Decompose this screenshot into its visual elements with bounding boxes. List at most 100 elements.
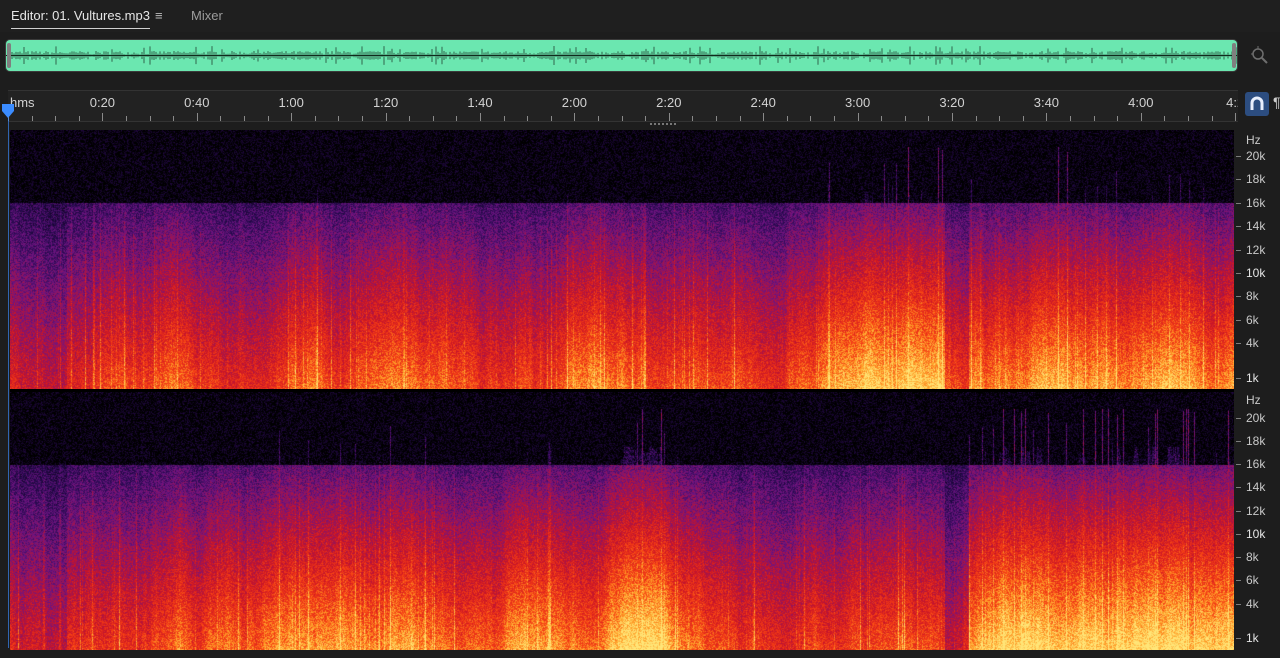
frequency-tick [1236,319,1241,321]
grip-icon[interactable] [650,122,678,127]
overview-waveform [6,46,1237,65]
ruler-time-label: 2:20 [656,95,682,110]
frequency-tick [1236,179,1241,181]
frequency-label: 12k [1246,242,1266,257]
frequency-label: 4k [1246,596,1259,611]
ruler-tick [904,116,906,121]
ruler-tick [480,113,481,121]
zoom-icon[interactable] [1250,45,1270,65]
ruler-menu-icon[interactable]: ¶ [1273,94,1280,114]
ruler-tick [527,116,529,121]
frequency-label: 20k [1246,410,1266,425]
spectrogram-right [10,392,1234,650]
ruler-tick [456,116,458,121]
frequency-axis-left: Hz 20k 18k 16k 14k 12k 10k 8k 6k 4k 1k [1236,130,1280,390]
ruler-tick [1211,116,1213,121]
ruler-tick [220,116,222,121]
frequency-tick [1236,638,1241,640]
spectral-channel-left[interactable] [10,130,1234,390]
ruler-time-label: 1:40 [467,95,493,110]
overview-left-handle[interactable] [7,43,11,68]
frequency-label: 6k [1246,573,1259,588]
ruler-tick [692,116,694,121]
frequency-tick [1236,580,1241,582]
ruler-tick [1140,113,1142,121]
ruler-time-label: 4:2 [1226,95,1238,110]
overview-right-handle[interactable] [1232,43,1236,68]
ruler-tick [881,116,883,121]
ruler-tick [196,113,198,121]
ruler-tick [739,116,741,121]
ruler-tick [1117,116,1119,121]
ruler-tick [149,116,151,121]
playhead-icon[interactable] [2,104,14,118]
ruler-time-label: 1:00 [278,95,304,110]
ruler-tick [810,116,812,121]
ruler-tick [291,113,293,121]
ruler-tick [999,116,1001,121]
ruler-tick [267,116,269,121]
frequency-tick [1236,557,1241,559]
playhead-line [8,118,9,648]
ruler-tick [173,116,175,121]
ruler-tick [952,113,953,121]
frequency-tick [1236,273,1241,274]
frequency-label: 12k [1246,503,1266,518]
frequency-tick [1236,378,1241,380]
frequency-tick [1236,296,1241,298]
ruler-tick [716,116,717,121]
frequency-label: 10k [1246,266,1266,280]
frequency-tick [1236,441,1241,443]
frequency-tick [1236,202,1241,204]
editor-menu-icon[interactable]: ≡ [155,7,163,27]
ruler-tick [834,116,835,121]
time-ruler[interactable]: hms 0:20 0:40 1:00 1:20 1:40 2:00 2:20 2:40 3:00… [8,90,1238,122]
frequency-label: 14k [1246,480,1266,495]
frequency-label: 6k [1246,312,1259,327]
ruler-tick [763,113,765,121]
ruler-time-label: 3:40 [1033,95,1060,110]
ruler-tick [1093,116,1095,121]
tab-mixer[interactable]: Mixer [191,7,223,27]
frequency-label: 10k [1246,526,1266,541]
frequency-tick [1236,603,1241,605]
hz-unit-label: Hz [1246,133,1261,147]
ruler-time-label: 0:40 [184,95,210,110]
hz-unit-label: Hz [1246,393,1261,407]
frequency-label: 16k [1246,457,1266,472]
frequency-label: 1k [1246,371,1259,386]
ruler-tick [126,116,127,121]
tab-editor[interactable]: Editor: 01. Vultures.mp3 [11,7,150,29]
frequency-tick [1236,226,1241,228]
ruler-tick [78,116,80,121]
ruler-tick [55,116,57,121]
waveform-overview[interactable] [6,40,1237,71]
ruler-tick [244,116,245,121]
ruler-tick [574,113,576,121]
ruler-time-label: 3:20 [939,95,965,110]
ruler-tick [668,113,670,121]
frequency-tick [1236,464,1241,466]
frequency-label: 1k [1246,631,1259,646]
ruler-tick [1188,116,1189,121]
ruler-tick [409,116,411,121]
frequency-label: 20k [1246,149,1266,163]
tab-bar: Editor: 01. Vultures.mp3 ≡ Mixer [0,0,1280,32]
ruler-tick [1235,113,1237,121]
snap-button[interactable] [1245,92,1269,116]
frequency-tick [1236,487,1241,489]
ruler-time-label: 0:20 [89,95,116,110]
ruler-tick [786,116,788,121]
spectral-channel-right[interactable] [10,392,1234,650]
frequency-label: 16k [1246,195,1266,210]
spectrogram-left [10,130,1234,390]
frequency-tick [1236,343,1241,345]
ruler-tick [550,116,552,121]
magnet-icon [1250,96,1264,110]
ruler-time-label: 3:00 [844,95,871,110]
frequency-label: 14k [1246,219,1266,234]
frequency-tick [1236,510,1241,512]
ruler-time-label: 1:20 [372,95,399,110]
ruler-tick [1046,113,1048,121]
ruler-tick [362,116,363,121]
